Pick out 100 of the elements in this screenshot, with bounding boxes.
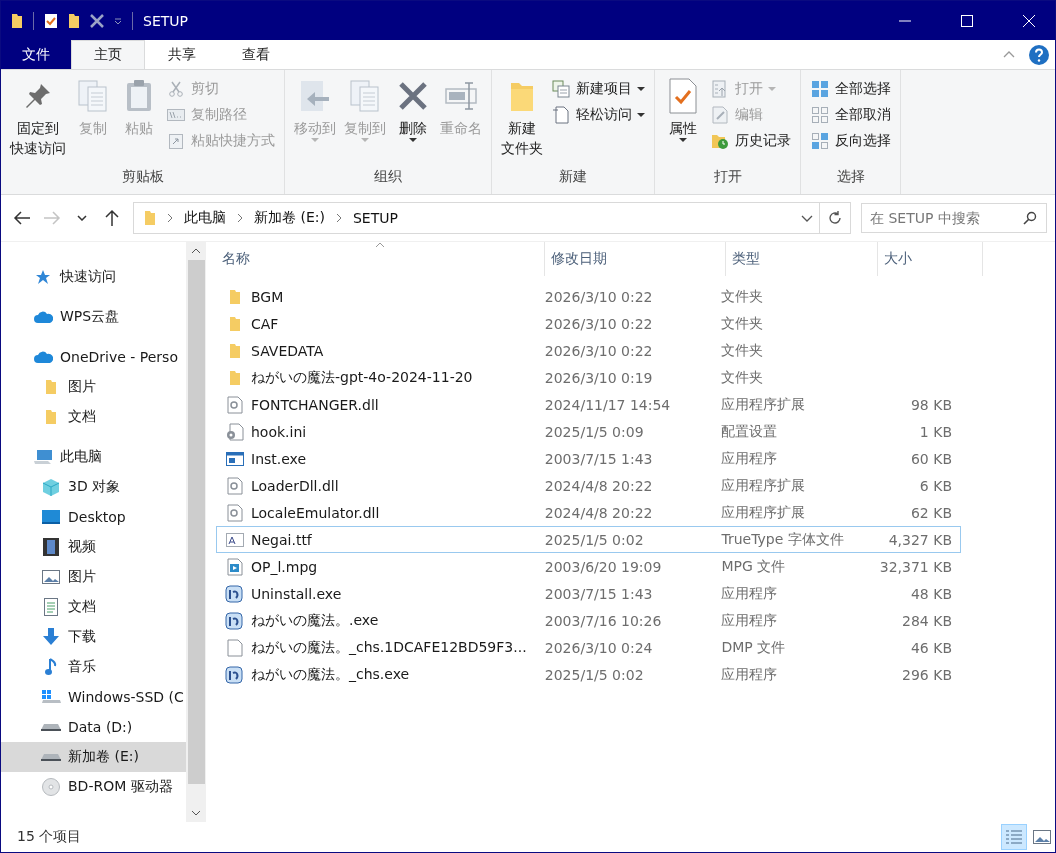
file-row[interactable]: ねがいの魔法。_chs.exe 2025/1/5 0:02 应用程序 296 KB: [216, 661, 961, 688]
group-label: 选择: [835, 168, 866, 186]
properties-icon[interactable]: [44, 12, 58, 29]
copy-icon: [77, 79, 109, 113]
sidebar-item[interactable]: WPS云盘: [1, 302, 186, 332]
sidebar-item[interactable]: 图片: [1, 372, 186, 402]
sidebar-item[interactable]: 文档: [1, 592, 186, 622]
up-arrow-icon[interactable]: [105, 209, 119, 227]
search-field[interactable]: 在 SETUP 中搜索: [861, 203, 1047, 233]
ribbon-button[interactable]: 轻松访问: [548, 102, 648, 127]
address-bar[interactable]: 此电脑 新加卷 (E:) SETUP: [133, 202, 820, 234]
ribbon-button[interactable]: 删除: [391, 74, 435, 168]
file-row[interactable]: ねがいの魔法。.exe 2003/7/16 10:26 应用程序 284 KB: [216, 607, 961, 634]
column-header[interactable]: 大小: [878, 242, 983, 276]
breadcrumb-item[interactable]: SETUP: [352, 210, 398, 226]
folder-icon: [229, 288, 241, 305]
ribbon-button[interactable]: 历史记录: [707, 128, 794, 153]
date-cell: 2026/3/10 0:19: [544, 369, 653, 386]
column-header[interactable]: 名称: [216, 242, 545, 276]
size-cell: 98 KB: [910, 396, 952, 413]
ribbon-tab[interactable]: 查看: [219, 40, 293, 69]
type-cell: MPG 文件: [721, 557, 786, 576]
app-icon: [225, 610, 245, 631]
ribbon-tab[interactable]: 文件: [1, 40, 71, 69]
file-row[interactable]: Uninstall.exe 2003/7/15 1:43 应用程序 48 KB: [216, 580, 961, 607]
maximize-icon[interactable]: [961, 14, 973, 27]
file-row[interactable]: Negai.ttf 2025/1/5 0:02 TrueType 字体文件 4,327 KB: [216, 526, 961, 553]
file-row[interactable]: Inst.exe 2003/7/15 1:43 应用程序 60 KB: [216, 445, 961, 472]
folder-icon: [45, 379, 57, 395]
file-name: SAVEDATA: [251, 342, 324, 359]
refresh-button[interactable]: [820, 202, 851, 234]
folder-icon[interactable]: [11, 12, 23, 29]
file-name: ねがいの魔法。.exe: [251, 611, 379, 630]
ribbon-button[interactable]: 固定到 快速访问: [7, 74, 69, 168]
sidebar-item[interactable]: Desktop: [1, 502, 186, 532]
ribbon-button[interactable]: 全部选择: [807, 76, 894, 101]
file-name: LoaderDll.dll: [251, 477, 339, 494]
ribbon-tab[interactable]: 主页: [71, 40, 145, 69]
ribbon-button[interactable]: 属性: [661, 74, 705, 168]
sidebar-item[interactable]: 新加卷 (E:): [1, 742, 186, 772]
breadcrumb-item[interactable]: 此电脑: [184, 209, 226, 227]
chevron-down-icon[interactable]: [191, 810, 201, 816]
chevron-right-icon: [167, 213, 173, 223]
cube-icon: [42, 478, 60, 496]
minimize-icon[interactable]: [899, 19, 911, 22]
file-row[interactable]: SAVEDATA 2026/3/10 0:22 文件夹: [216, 337, 961, 364]
ribbon-button[interactable]: 全部取消: [807, 102, 894, 127]
type-cell: 应用程序: [721, 665, 778, 684]
column-header[interactable]: 修改日期: [545, 242, 726, 276]
ribbon-button[interactable]: 反向选择: [807, 128, 894, 153]
caret-down-icon: [768, 86, 776, 91]
file-row[interactable]: OP_l.mpg 2003/6/20 19:09 MPG 文件 32,371 KB: [216, 553, 961, 580]
sidebar-item[interactable]: BD-ROM 驱动器: [1, 772, 186, 802]
caret-down-icon: [679, 138, 687, 142]
details-view-icon: [1005, 829, 1023, 845]
file-row[interactable]: ねがいの魔法。_chs.1DCAFE12BD59F3... 2026/3/10 0:24 DMP 文件 46 KB: [216, 634, 961, 661]
date-cell: 2003/7/16 10:26: [544, 612, 662, 629]
file-row[interactable]: CAF 2026/3/10 0:22 文件夹: [216, 310, 961, 337]
scrollbar[interactable]: [186, 242, 206, 822]
help-icon[interactable]: [1029, 44, 1049, 65]
file-name: ねがいの魔法。_chs.exe: [251, 665, 410, 684]
chevron-down-icon[interactable]: [801, 214, 813, 222]
chevron-up-icon[interactable]: [1003, 51, 1015, 58]
file-row[interactable]: BGM 2026/3/10 0:22 文件夹: [216, 283, 961, 310]
ribbon-tab[interactable]: 共享: [145, 40, 219, 69]
type-cell: 应用程序: [721, 611, 778, 630]
date-cell: 2025/1/5 0:02: [544, 531, 644, 548]
chevron-up-icon[interactable]: [191, 248, 201, 254]
sidebar-item[interactable]: 图片: [1, 562, 186, 592]
sidebar-item[interactable]: 3D 对象: [1, 472, 186, 502]
chevron-down-icon[interactable]: [77, 215, 87, 221]
item-count: 15 个项目: [17, 828, 82, 846]
breadcrumb-item[interactable]: 新加卷 (E:): [254, 209, 325, 227]
file-row[interactable]: FONTCHANGER.dll 2024/11/17 14:54 应用程序扩展 98 KB: [216, 391, 961, 418]
sidebar-item[interactable]: 此电脑: [1, 442, 186, 472]
ribbon-button[interactable]: 新建项目: [548, 76, 648, 101]
sidebar-item[interactable]: 快速访问: [1, 262, 186, 292]
close-icon[interactable]: [1023, 14, 1035, 27]
ribbon-button[interactable]: 新建 文件夹: [498, 74, 546, 168]
back-arrow-icon[interactable]: [13, 211, 31, 225]
sidebar-item[interactable]: Windows-SSD (C: [1, 682, 186, 712]
gear-file-icon: [227, 503, 243, 522]
caret-down-icon[interactable]: [114, 17, 122, 24]
file-row[interactable]: LoaderDll.dll 2024/4/8 20:22 应用程序扩展 6 KB: [216, 472, 961, 499]
sidebar-item[interactable]: Data (D:): [1, 712, 186, 742]
scrollbar-thumb[interactable]: [187, 260, 205, 784]
file-row[interactable]: ねがいの魔法-gpt-4o-2024-11-20 2026/3/10 0:19 文件夹: [216, 364, 961, 391]
file-row[interactable]: hook.ini 2025/1/5 0:09 配置设置 1 KB: [216, 418, 961, 445]
file-row[interactable]: LocaleEmulator.dll 2024/4/8 20:22 应用程序扩展 62 KB: [216, 499, 961, 526]
sidebar-item[interactable]: 音乐: [1, 652, 186, 682]
size-cell: 1 KB: [919, 423, 952, 440]
sidebar-item[interactable]: OneDrive - Perso: [1, 342, 186, 372]
sidebar-item[interactable]: 视频: [1, 532, 186, 562]
sidebar-item[interactable]: 文档: [1, 402, 186, 432]
date-cell: 2026/3/10 0:22: [544, 342, 653, 359]
column-header[interactable]: 类型: [726, 242, 878, 276]
film-icon: [43, 538, 59, 556]
sidebar-item[interactable]: 下载: [1, 622, 186, 652]
folder-icon[interactable]: [68, 12, 80, 29]
delete-icon[interactable]: [90, 13, 104, 28]
